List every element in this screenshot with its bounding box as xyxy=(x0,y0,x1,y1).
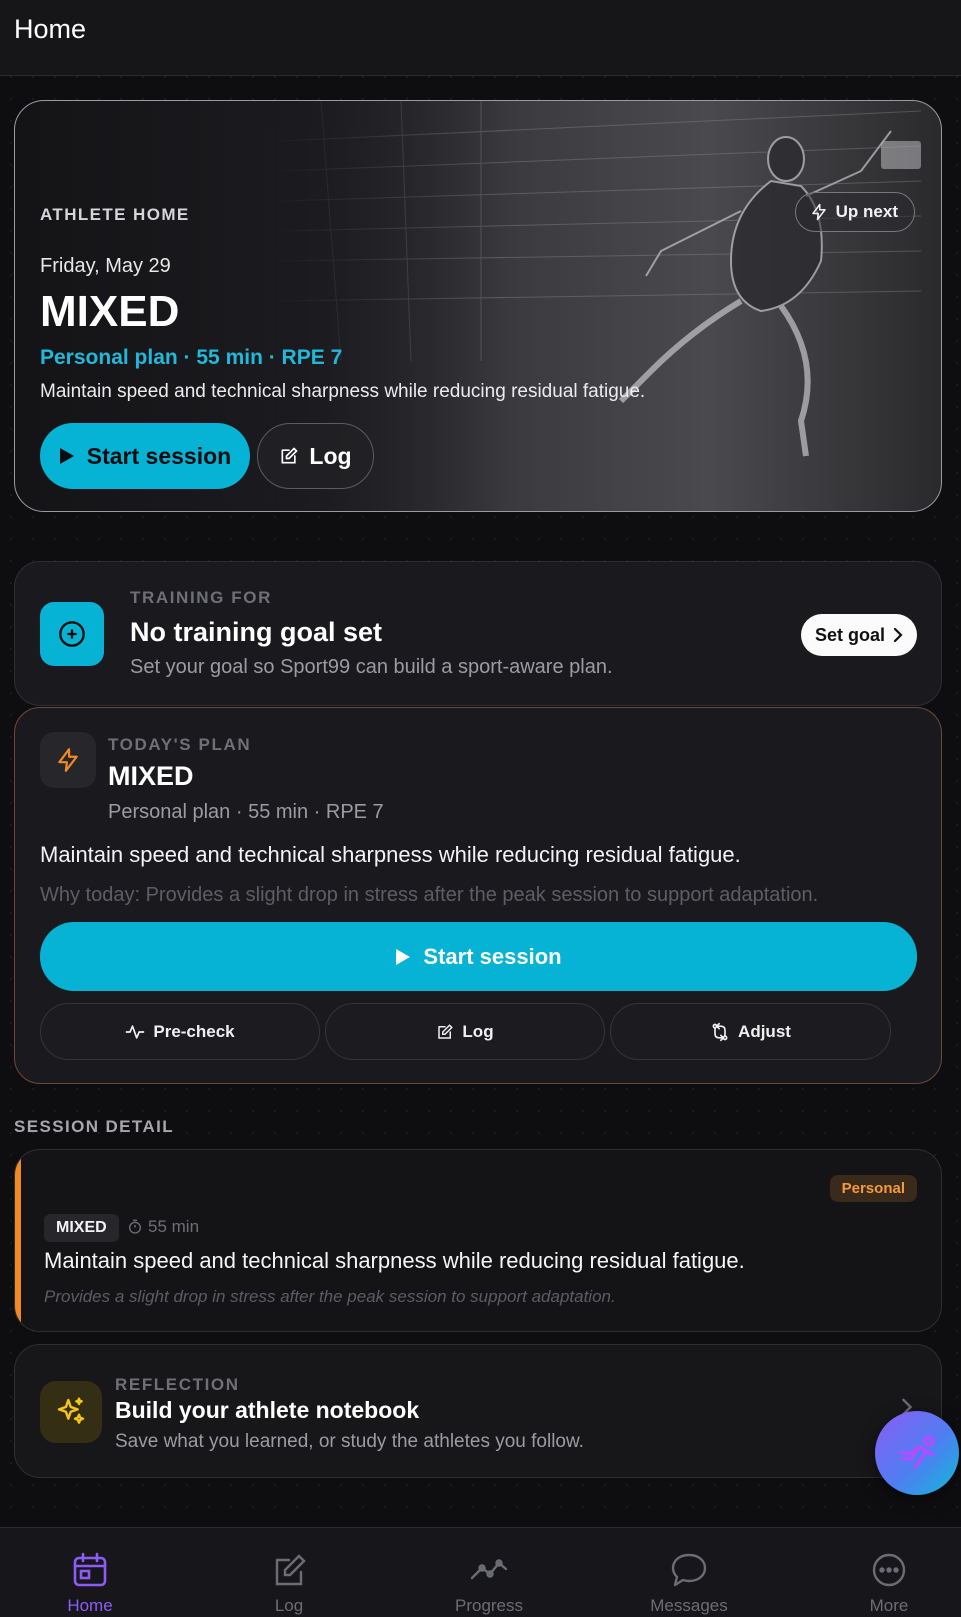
timer-icon xyxy=(129,1219,141,1234)
hero-log-label: Log xyxy=(309,442,352,469)
pulse-icon xyxy=(126,1024,145,1039)
tab-progress-label: Progress xyxy=(454,1596,524,1615)
top-bar: Home xyxy=(0,0,961,76)
tab-home-label: Home xyxy=(67,1596,113,1615)
adjust-label: Adjust xyxy=(738,1021,791,1041)
hero-description: Maintain speed and technical sharpness w… xyxy=(40,381,646,402)
tab-messages[interactable]: Messages xyxy=(614,1528,764,1617)
plan-start-label: Start session xyxy=(423,943,562,969)
pre-check-button[interactable]: Pre-check xyxy=(40,1003,320,1060)
tab-log[interactable]: Log xyxy=(214,1528,364,1617)
chat-icon xyxy=(671,1553,707,1587)
session-duration: 55 min xyxy=(127,1217,199,1237)
plan-why-today: Why today: Provides a slight drop in str… xyxy=(40,884,819,906)
plan-eyebrow: TODAY'S PLAN xyxy=(108,735,252,754)
set-goal-button[interactable]: Set goal xyxy=(801,614,917,656)
goal-title: No training goal set xyxy=(130,617,383,647)
tab-more[interactable]: More xyxy=(814,1528,961,1617)
plus-circle-icon xyxy=(59,621,85,647)
accent-bar xyxy=(15,1150,21,1331)
swap-icon xyxy=(712,1022,728,1041)
sparkles-icon xyxy=(57,1397,85,1424)
more-icon xyxy=(872,1553,906,1587)
goal-icon-box xyxy=(40,602,104,666)
plan-meta: Personal plan · 55 min · RPE 7 xyxy=(108,801,384,823)
bolt-icon xyxy=(58,748,78,772)
plan-log-label: Log xyxy=(462,1021,494,1041)
hero-start-session-button[interactable]: Start session xyxy=(40,423,250,489)
plan-description: Maintain speed and technical sharpness w… xyxy=(40,842,741,867)
tab-messages-label: Messages xyxy=(650,1596,728,1615)
hero-eyebrow: ATHLETE HOME xyxy=(40,205,190,224)
page-title: Home xyxy=(14,14,87,44)
calendar-icon xyxy=(73,1552,107,1587)
bolt-icon xyxy=(811,203,826,221)
edit-icon xyxy=(281,447,299,464)
plan-log-button[interactable]: Log xyxy=(325,1003,605,1060)
session-type-tag: MIXED xyxy=(44,1214,119,1242)
edit-icon xyxy=(438,1023,454,1039)
hero-card: ATHLETE HOME Up next Friday, May 29 MIXE… xyxy=(14,100,942,512)
pre-check-label: Pre-check xyxy=(153,1021,235,1041)
reflection-eyebrow: REFLECTION xyxy=(115,1375,240,1394)
reflection-icon-box xyxy=(40,1381,102,1443)
reflection-subtitle: Save what you learned, or study the athl… xyxy=(115,1431,584,1452)
play-icon xyxy=(396,948,411,965)
training-goal-card: TRAINING FOR No training goal set Set yo… xyxy=(14,561,942,706)
bottom-tab-bar: Home Log Progress Messages More xyxy=(0,1527,961,1617)
reflection-title: Build your athlete notebook xyxy=(115,1397,420,1423)
edit-icon xyxy=(275,1554,306,1586)
plan-icon-box xyxy=(40,732,96,788)
hero-start-label: Start session xyxy=(86,442,232,469)
goal-eyebrow: TRAINING FOR xyxy=(130,588,272,607)
duration-label: 55 min xyxy=(148,1217,200,1236)
trend-icon xyxy=(470,1559,508,1580)
tab-more-label: More xyxy=(869,1596,909,1615)
chevron-right-icon xyxy=(893,627,903,643)
up-next-label: Up next xyxy=(835,202,898,221)
reflection-card[interactable]: REFLECTION Build your athlete notebook S… xyxy=(14,1344,942,1478)
goal-subtitle: Set your goal so Sport99 can build a spo… xyxy=(130,656,613,678)
tab-log-label: Log xyxy=(274,1596,304,1615)
session-detail-card[interactable]: Personal MIXED 55 min Maintain speed and… xyxy=(14,1149,942,1332)
runner-icon xyxy=(899,1435,935,1469)
session-detail-heading: SESSION DETAIL xyxy=(14,1117,175,1136)
plan-title: MIXED xyxy=(108,761,194,791)
up-next-badge: Up next xyxy=(794,192,915,232)
assistant-fab-button[interactable] xyxy=(875,1411,959,1495)
session-detail-note: Provides a slight drop in stress after t… xyxy=(44,1287,616,1306)
plan-start-session-button[interactable]: Start session xyxy=(40,922,917,991)
hero-meta: Personal plan · 55 min · RPE 7 xyxy=(40,346,343,369)
tab-home[interactable]: Home xyxy=(15,1528,165,1617)
session-detail-description: Maintain speed and technical sharpness w… xyxy=(44,1248,745,1273)
tab-progress[interactable]: Progress xyxy=(414,1528,564,1617)
play-icon xyxy=(59,448,74,464)
hero-date: Friday, May 29 xyxy=(40,255,171,277)
adjust-button[interactable]: Adjust xyxy=(610,1003,891,1060)
hero-log-button[interactable]: Log xyxy=(257,423,374,489)
todays-plan-card: TODAY'S PLAN MIXED Personal plan · 55 mi… xyxy=(14,707,942,1084)
set-goal-label: Set goal xyxy=(814,624,885,645)
personal-badge: Personal xyxy=(829,1175,917,1202)
hero-session-type: MIXED xyxy=(40,287,180,336)
